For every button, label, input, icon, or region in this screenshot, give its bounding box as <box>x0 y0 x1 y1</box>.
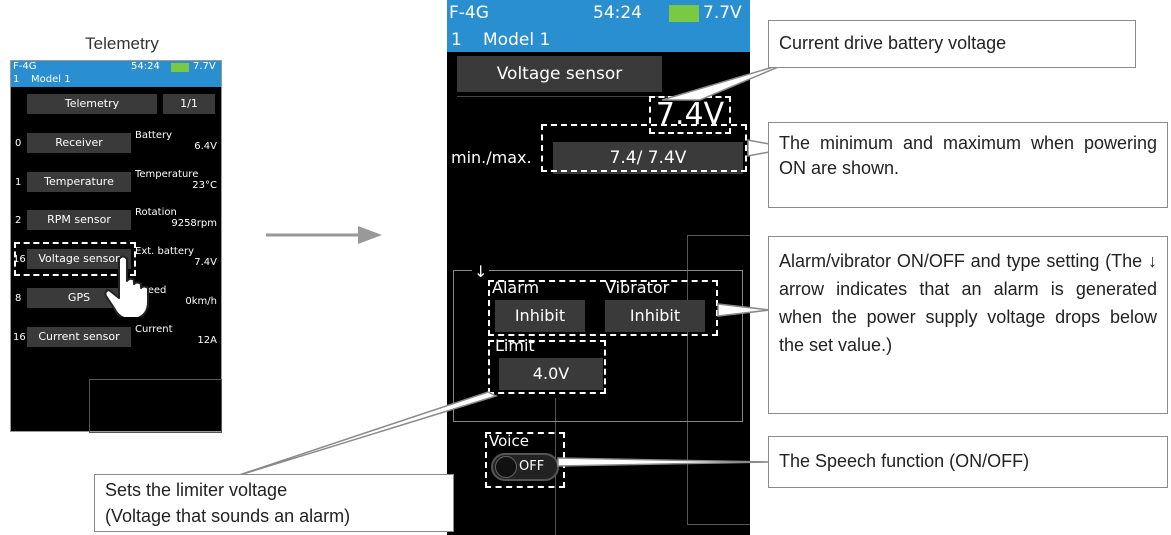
callout-limiter-line2: (Voltage that sounds an alarm) <box>105 506 351 526</box>
callout-alarm: Alarm/vibrator ON/OFF and type setting (… <box>768 236 1168 414</box>
callout-limiter-line1: Sets the limiter voltage <box>105 480 288 500</box>
callout-minmax: The minimum and maximum when powering ON… <box>768 122 1168 208</box>
callout-current-voltage: Current drive battery voltage <box>768 20 1136 68</box>
callout-limiter: Sets the limiter voltage (Voltage that s… <box>94 474 454 532</box>
callout-speech: The Speech function (ON/OFF) <box>768 436 1168 488</box>
